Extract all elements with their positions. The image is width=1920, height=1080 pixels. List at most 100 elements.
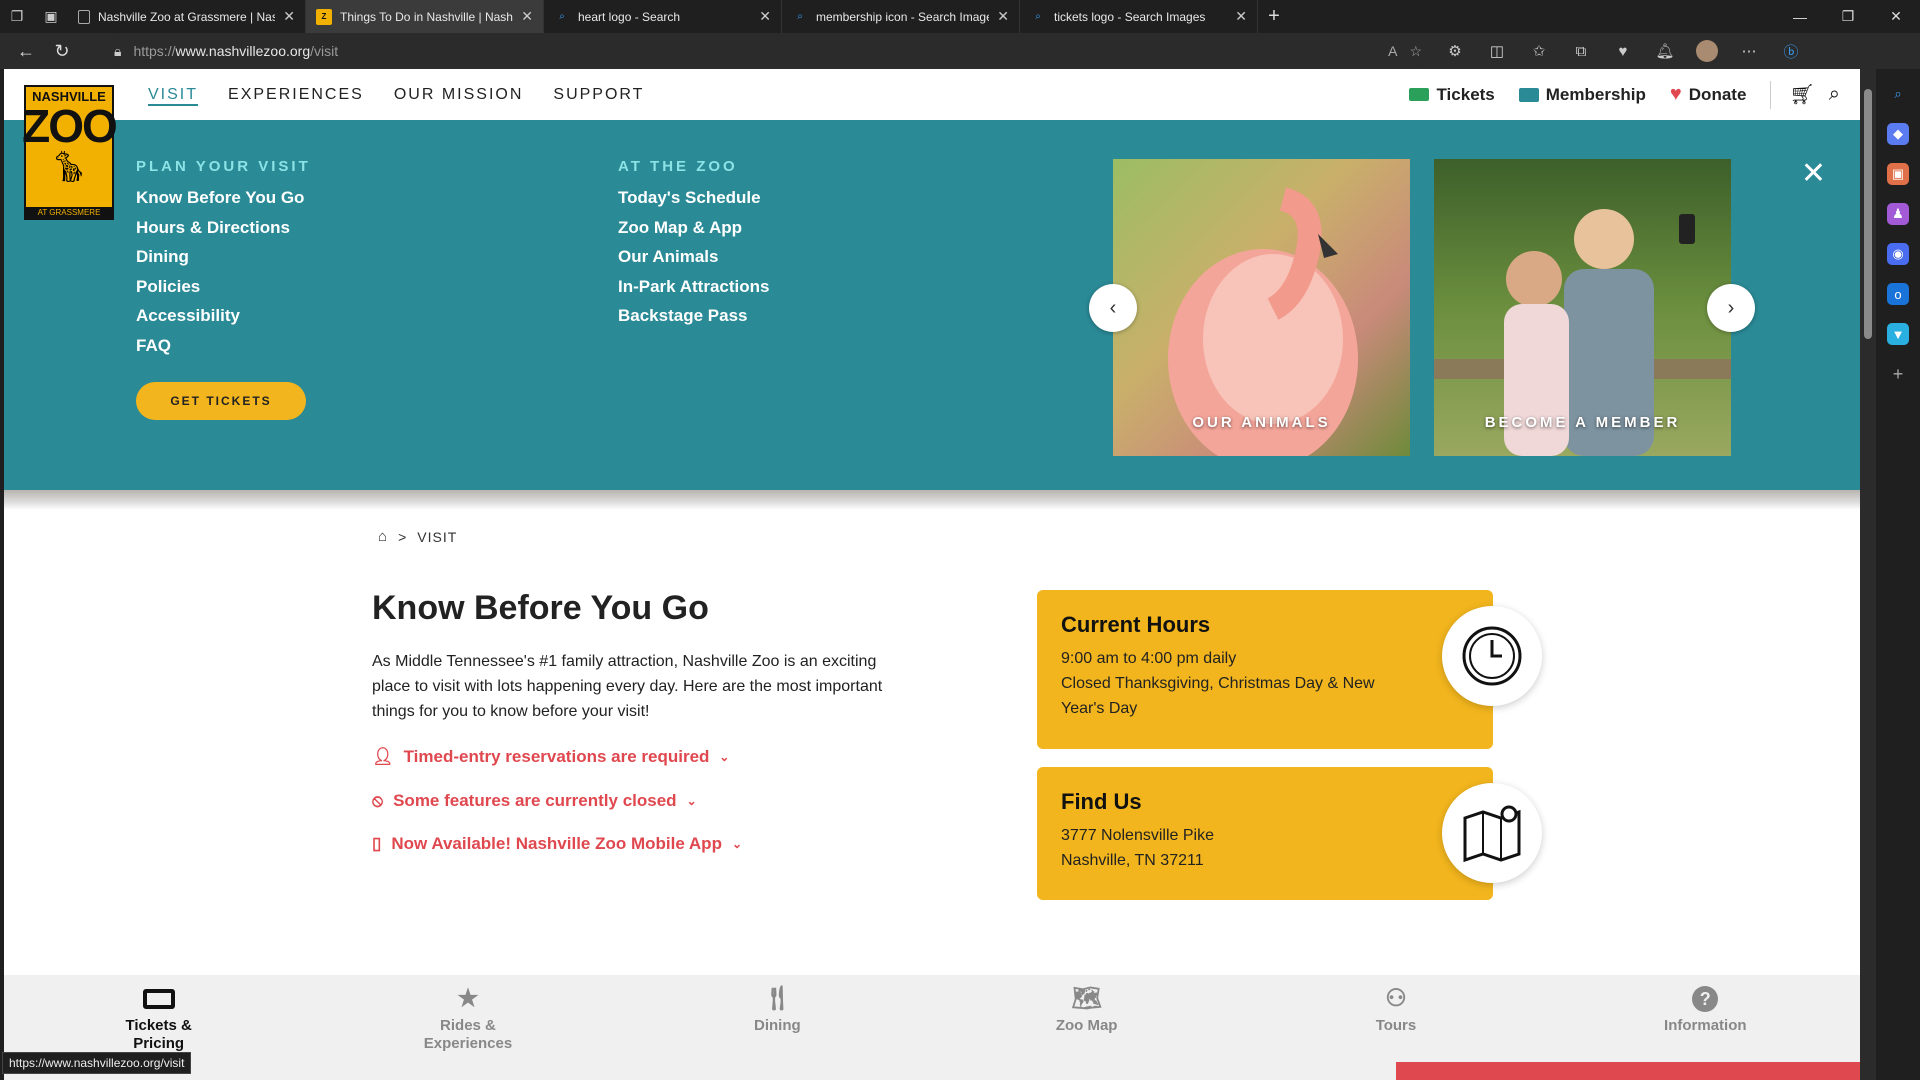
quick-link-label: Dining bbox=[753, 1017, 801, 1034]
drop-icon[interactable]: ▼ bbox=[1887, 323, 1909, 345]
donate-label: Donate bbox=[1688, 84, 1747, 104]
nav-our-mission[interactable]: OUR MISSION bbox=[394, 69, 524, 120]
zoo-logo[interactable]: NASHVILLE ZOO 🦒︎ AT GRASSMERE bbox=[22, 85, 118, 220]
menu-link-dining[interactable]: Dining bbox=[136, 242, 311, 272]
couple-selfie-image bbox=[1434, 209, 1731, 456]
copilot-icon[interactable]: ⓑ bbox=[1770, 33, 1812, 69]
read-aloud-icon[interactable]: A bbox=[1388, 43, 1397, 59]
workspaces-icon[interactable]: ❐ bbox=[0, 0, 34, 33]
close-tab-icon[interactable]: ✕ bbox=[283, 8, 295, 25]
map-pin-icon bbox=[1442, 783, 1542, 883]
breadcrumb-current[interactable]: VISIT bbox=[417, 529, 457, 545]
close-tab-icon[interactable]: ✕ bbox=[759, 8, 771, 25]
tickets-label: Tickets bbox=[1436, 84, 1495, 104]
tickets-link[interactable]: Tickets bbox=[1409, 84, 1495, 105]
main-nav: VISIT EXPERIENCES OUR MISSION SUPPORT bbox=[148, 69, 644, 120]
quick-link-label: Tickets & Pricing bbox=[125, 1017, 192, 1052]
profile-avatar[interactable] bbox=[1686, 33, 1728, 69]
tab-title: tickets logo - Search Images bbox=[1054, 9, 1206, 24]
browser-tab[interactable]: ⌕ heart logo - Search ✕ bbox=[544, 0, 782, 33]
close-tab-icon[interactable]: ✕ bbox=[997, 8, 1009, 25]
close-tab-icon[interactable]: ✕ bbox=[1235, 8, 1247, 25]
menu-link-policies[interactable]: Policies bbox=[136, 272, 311, 302]
tab-title: Things To Do in Nashville | Nash bbox=[340, 9, 513, 24]
at-the-zoo-column: AT THE ZOO Today's Schedule Zoo Map & Ap… bbox=[618, 158, 769, 331]
browser-tab[interactable]: Nashville Zoo at Grassmere | Nas ✕ bbox=[68, 0, 306, 33]
menu-link-know-before[interactable]: Know Before You Go bbox=[136, 183, 311, 213]
carousel-prev-button[interactable]: ‹ bbox=[1089, 284, 1137, 332]
collections-icon[interactable]: ⧉ bbox=[1560, 33, 1602, 69]
quick-link-zoo-map[interactable]: 🗺︎ Zoo Map bbox=[932, 975, 1241, 1080]
close-menu-icon[interactable]: ✕ bbox=[1801, 156, 1826, 191]
accordion-reservations[interactable]: 👤︎ Timed-entry reservations are required… bbox=[372, 747, 729, 767]
browser-tab[interactable]: ⌕ membership icon - Search Image ✕ bbox=[782, 0, 1020, 33]
extensions-icon[interactable]: ⚙ bbox=[1434, 33, 1476, 69]
ticket-icon bbox=[142, 983, 175, 1015]
back-icon[interactable]: ← bbox=[8, 33, 44, 69]
menu-link-faq[interactable]: FAQ bbox=[136, 331, 311, 361]
outlook-icon[interactable]: o bbox=[1887, 283, 1909, 305]
refresh-icon[interactable]: ↻ bbox=[44, 33, 80, 69]
toolbox-icon[interactable]: ▣ bbox=[1887, 163, 1909, 185]
carousel-next-button[interactable]: › bbox=[1707, 284, 1755, 332]
menu-link-animals[interactable]: Our Animals bbox=[618, 242, 769, 272]
breadcrumb-separator: > bbox=[398, 528, 408, 545]
accordion-label: Timed-entry reservations are required bbox=[403, 747, 710, 766]
close-window-icon[interactable]: ✕ bbox=[1872, 0, 1920, 33]
our-animals-card[interactable]: OUR ANIMALS bbox=[1113, 159, 1410, 456]
more-options-icon[interactable]: ⋯ bbox=[1728, 33, 1770, 69]
minimize-icon[interactable]: — bbox=[1776, 0, 1824, 33]
menu-link-zoo-map[interactable]: Zoo Map & App bbox=[618, 213, 769, 243]
membership-link[interactable]: Membership bbox=[1518, 85, 1646, 105]
donate-link[interactable]: ♥ Donate bbox=[1670, 83, 1747, 106]
menu-link-backstage[interactable]: Backstage Pass bbox=[618, 301, 769, 331]
notifications-icon[interactable]: 🔔︎ bbox=[1644, 33, 1686, 69]
web-page: VISIT EXPERIENCES OUR MISSION SUPPORT Ti… bbox=[4, 69, 1860, 1080]
restore-icon[interactable]: ❐ bbox=[1824, 0, 1872, 33]
quick-link-rides[interactable]: ★ Rides & Experiences bbox=[313, 975, 622, 1080]
split-screen-icon[interactable]: ◫ bbox=[1476, 33, 1518, 69]
torn-edge-divider bbox=[4, 490, 1860, 510]
membership-card-icon bbox=[1518, 87, 1539, 102]
nav-experiences[interactable]: EXPERIENCES bbox=[228, 69, 364, 120]
browser-tab-active[interactable]: Z Things To Do in Nashville | Nash ✕ bbox=[306, 0, 544, 33]
plan-your-visit-heading: PLAN YOUR VISIT bbox=[136, 158, 311, 175]
new-tab-icon[interactable]: + bbox=[1258, 0, 1290, 33]
chevron-down-icon: ⌄ bbox=[731, 837, 743, 851]
browser-tab[interactable]: ⌕ tickets logo - Search Images ✕ bbox=[1020, 0, 1258, 33]
address-bar[interactable]: 🔒︎ https://www.nashvillezoo.org/visit A … bbox=[104, 37, 1434, 65]
shopping-tag-icon[interactable]: ◆ bbox=[1887, 123, 1909, 145]
nav-support[interactable]: SUPPORT bbox=[553, 69, 644, 120]
quick-link-dining[interactable]: 🍴︎ Dining bbox=[623, 975, 932, 1080]
get-tickets-button[interactable]: GET TICKETS bbox=[136, 382, 306, 420]
search-icon[interactable]: ⌕ bbox=[1829, 83, 1840, 106]
cart-icon[interactable]: 🛒︎ bbox=[1789, 82, 1814, 107]
home-icon[interactable]: ⌂ bbox=[378, 528, 388, 545]
decorative-red-strip bbox=[1396, 1062, 1860, 1080]
chevron-down-icon: ⌄ bbox=[719, 750, 730, 764]
binoculars-icon: ⚇ bbox=[1385, 985, 1407, 1012]
page-scrollbar[interactable] bbox=[1860, 69, 1876, 1080]
menu-link-hours[interactable]: Hours & Directions bbox=[136, 213, 311, 243]
ban-icon: ⦸ bbox=[372, 791, 384, 810]
health-icon[interactable]: ♥ bbox=[1602, 33, 1644, 69]
accordion-mobile-app[interactable]: ▯ Now Available! Nashville Zoo Mobile Ap… bbox=[372, 834, 742, 854]
intro-paragraph: As Middle Tennessee's #1 family attracti… bbox=[372, 653, 883, 720]
copilot-sidebar-icon[interactable]: ◉ bbox=[1887, 243, 1909, 265]
menu-link-schedule[interactable]: Today's Schedule bbox=[618, 183, 769, 213]
accordion-closed-features[interactable]: ⦸ Some features are currently closed ⌄ bbox=[372, 791, 697, 811]
search-icon: ⌕ bbox=[1035, 11, 1041, 22]
scrollbar-thumb[interactable] bbox=[1864, 89, 1872, 339]
tab-actions-icon[interactable]: ▣ bbox=[34, 0, 68, 33]
games-icon[interactable]: ♟ bbox=[1887, 203, 1909, 225]
favorite-star-icon[interactable]: ☆ bbox=[1409, 43, 1422, 60]
add-sidebar-app-icon[interactable]: + bbox=[1887, 363, 1909, 385]
tab-title: heart logo - Search bbox=[578, 9, 681, 24]
close-tab-icon[interactable]: ✕ bbox=[521, 8, 533, 25]
sidebar-search-icon[interactable]: ⌕ bbox=[1887, 83, 1909, 105]
become-member-card[interactable]: BECOME A MEMBER bbox=[1434, 159, 1731, 456]
menu-link-accessibility[interactable]: Accessibility bbox=[136, 301, 311, 331]
favorites-icon[interactable]: ✩ bbox=[1518, 33, 1560, 69]
nav-visit[interactable]: VISIT bbox=[148, 69, 199, 120]
menu-link-attractions[interactable]: In-Park Attractions bbox=[618, 272, 769, 302]
